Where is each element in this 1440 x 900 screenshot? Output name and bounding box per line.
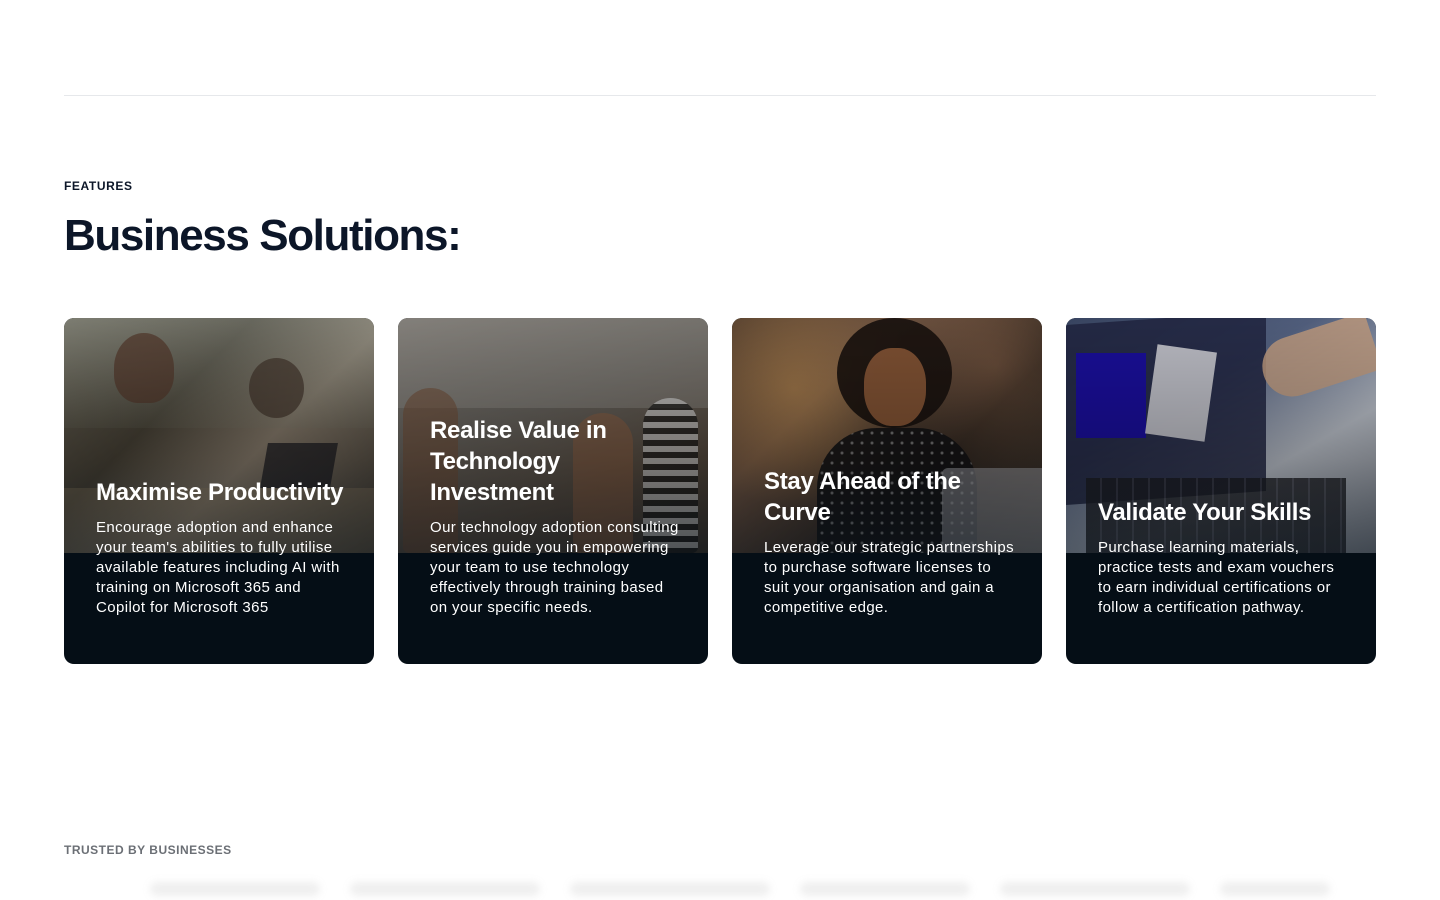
- client-logo: [150, 882, 320, 896]
- card-content: Validate Your Skills Purchase learning m…: [1098, 497, 1350, 618]
- client-logo: [350, 882, 540, 896]
- client-logo: [1000, 882, 1190, 896]
- client-logo-strip: [150, 882, 1380, 900]
- solutions-card-grid: Maximise Productivity Encourage adoption…: [64, 318, 1376, 664]
- client-logo: [800, 882, 970, 896]
- card-title: Validate Your Skills: [1098, 499, 1312, 526]
- trusted-by-label: TRUSTED BY BUSINESSES: [64, 843, 232, 857]
- card-content: Realise Value in Technology Investment O…: [430, 415, 682, 618]
- card-description: Leverage our strategic partnerships to p…: [764, 539, 1014, 616]
- section-title: Business Solutions:: [64, 211, 462, 260]
- solution-card-stay-ahead[interactable]: Stay Ahead of the Curve Leverage our str…: [732, 318, 1042, 664]
- card-content: Stay Ahead of the Curve Leverage our str…: [764, 466, 1016, 618]
- card-title: Maximise Productivity: [96, 479, 344, 506]
- card-description: Our technology adoption consulting servi…: [430, 519, 679, 616]
- card-title: Stay Ahead of the Curve: [764, 468, 961, 526]
- solution-card-maximise-productivity[interactable]: Maximise Productivity Encourage adoption…: [64, 318, 374, 664]
- card-content: Maximise Productivity Encourage adoption…: [96, 477, 348, 618]
- section-eyebrow: FEATURES: [64, 179, 133, 193]
- client-logo: [1220, 882, 1330, 896]
- card-title: Realise Value in Technology Investment: [430, 417, 607, 506]
- solution-card-validate-skills[interactable]: Validate Your Skills Purchase learning m…: [1066, 318, 1376, 664]
- solution-card-realise-value[interactable]: Realise Value in Technology Investment O…: [398, 318, 708, 664]
- card-description: Encourage adoption and enhance your team…: [96, 519, 340, 616]
- client-logo: [570, 882, 770, 896]
- page: FEATURES Business Solutions: Maximise Pr…: [0, 0, 1440, 900]
- top-divider: [64, 95, 1376, 96]
- card-description: Purchase learning materials, practice te…: [1098, 539, 1335, 616]
